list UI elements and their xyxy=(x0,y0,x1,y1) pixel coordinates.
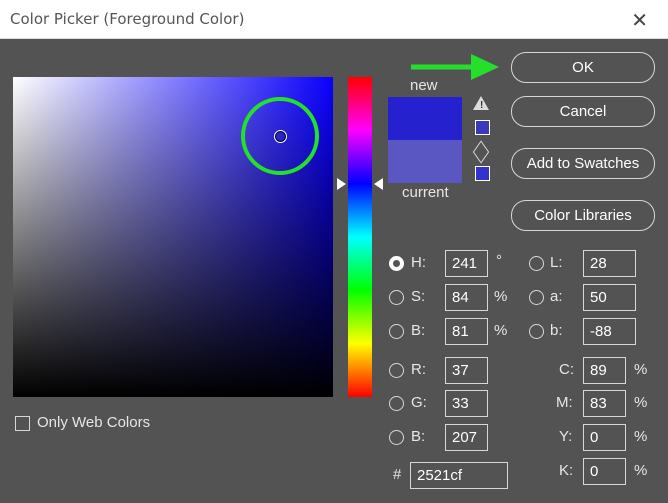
only-web-colors-label: Only Web Colors xyxy=(37,414,151,431)
lab-a-input[interactable]: 50 xyxy=(583,284,636,311)
cancel-button[interactable]: Cancel xyxy=(511,96,655,127)
gamut-color-swatch[interactable] xyxy=(475,120,490,135)
lab-l-radio[interactable] xyxy=(529,256,544,271)
blue-input[interactable]: 207 xyxy=(445,424,488,451)
green-input[interactable]: 33 xyxy=(445,390,488,417)
saturation-label: S: xyxy=(411,288,426,305)
black-unit: % xyxy=(634,462,648,479)
hex-label: # xyxy=(393,466,402,483)
black-label: K: xyxy=(559,462,574,479)
web-safe-color-swatch[interactable] xyxy=(475,166,490,181)
close-icon[interactable]: ✕ xyxy=(631,8,648,33)
green-label: G: xyxy=(411,394,427,411)
cyan-unit: % xyxy=(634,361,648,378)
lab-b-input[interactable]: -88 xyxy=(583,318,636,345)
lab-l-label: L: xyxy=(550,254,563,271)
current-color-swatch[interactable] xyxy=(388,140,462,183)
brightness-label: B: xyxy=(411,322,426,339)
lab-b-radio[interactable] xyxy=(529,324,544,339)
blue-radio[interactable] xyxy=(389,430,404,445)
new-color-swatch xyxy=(388,97,462,140)
blue-label: B: xyxy=(411,428,426,445)
title-bar: Color Picker (Foreground Color) ✕ xyxy=(0,0,668,39)
brightness-radio[interactable] xyxy=(389,324,404,339)
magenta-input[interactable]: 83 xyxy=(583,390,626,417)
hue-input[interactable]: 241 xyxy=(445,250,488,277)
hex-input[interactable]: 2521cf xyxy=(410,462,508,489)
add-to-swatches-button[interactable]: Add to Swatches xyxy=(511,148,655,179)
color-libraries-button[interactable]: Color Libraries xyxy=(511,200,655,231)
hue-slider-left-handle-icon[interactable] xyxy=(337,178,346,190)
current-label: current xyxy=(402,184,449,201)
arrow-icon xyxy=(411,54,499,80)
green-radio[interactable] xyxy=(389,396,404,411)
saturation-radio[interactable] xyxy=(389,290,404,305)
cyan-label: C: xyxy=(559,361,574,378)
yellow-input[interactable]: 0 xyxy=(583,424,626,451)
black-input[interactable]: 0 xyxy=(583,458,626,485)
lab-b-label: b: xyxy=(550,322,563,339)
hue-slider-right-handle-icon[interactable] xyxy=(374,178,383,190)
web-safe-cube-icon[interactable] xyxy=(472,140,490,164)
saturation-unit: % xyxy=(494,288,508,305)
saturation-input[interactable]: 84 xyxy=(445,284,488,311)
hue-label: H: xyxy=(411,254,426,271)
magenta-label: M: xyxy=(556,394,573,411)
yellow-unit: % xyxy=(634,428,648,445)
lab-a-label: a: xyxy=(550,288,563,305)
brightness-unit: % xyxy=(494,322,508,339)
hue-radio[interactable] xyxy=(389,256,404,271)
brightness-input[interactable]: 81 xyxy=(445,318,488,345)
only-web-colors-checkbox[interactable] xyxy=(15,416,30,431)
red-label: R: xyxy=(411,361,426,378)
lab-a-radio[interactable] xyxy=(529,290,544,305)
red-radio[interactable] xyxy=(389,363,404,378)
yellow-label: Y: xyxy=(559,428,573,445)
warning-exclamation-icon: ! xyxy=(480,100,484,111)
red-input[interactable]: 37 xyxy=(445,357,488,384)
ok-button[interactable]: OK xyxy=(511,52,655,83)
lab-l-input[interactable]: 28 xyxy=(583,250,636,277)
window-title: Color Picker (Foreground Color) xyxy=(10,10,245,28)
hue-unit: ° xyxy=(496,252,502,269)
color-picker-cursor[interactable] xyxy=(274,130,287,143)
cyan-input[interactable]: 89 xyxy=(583,357,626,384)
hue-slider[interactable] xyxy=(348,77,372,397)
magenta-unit: % xyxy=(634,394,648,411)
